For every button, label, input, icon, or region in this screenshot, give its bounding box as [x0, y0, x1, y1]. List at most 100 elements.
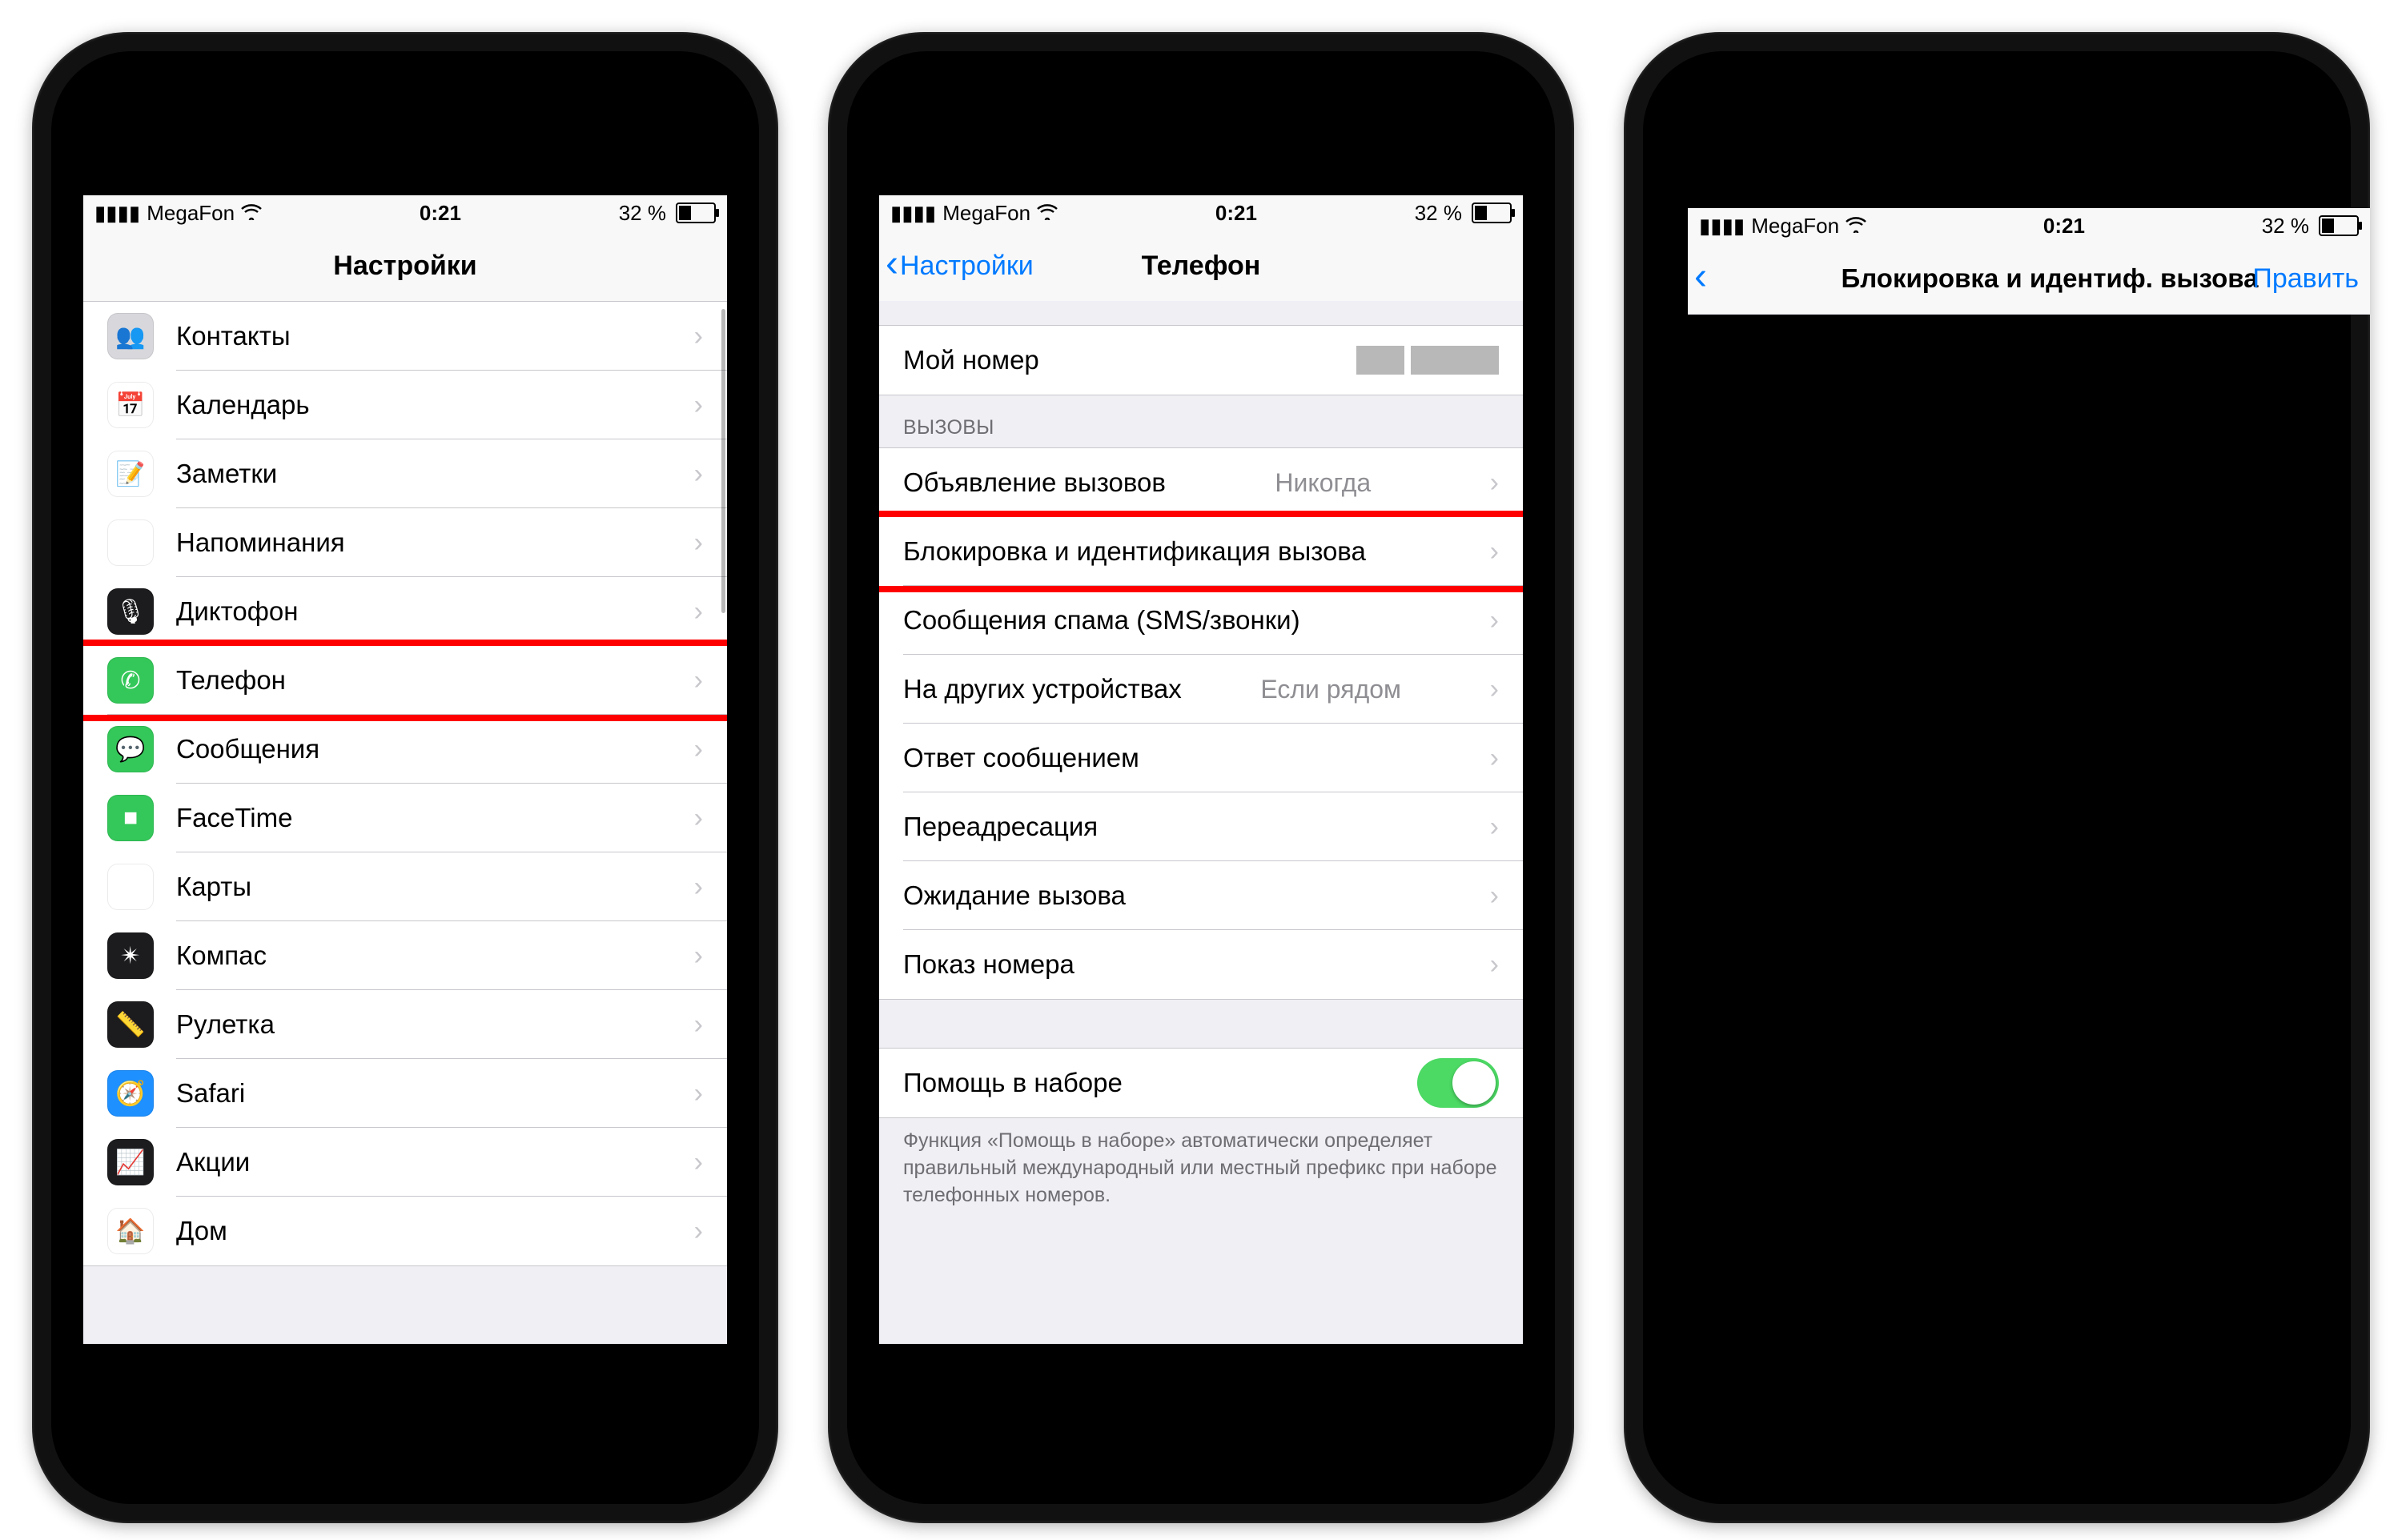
- chevron-right-icon: ›: [1490, 880, 1499, 912]
- row-show-caller-id[interactable]: Показ номера ›: [879, 930, 1523, 999]
- screen-block-identify: ▮▮▮▮ MegaFon 0:21 32 % ‹ Блокировка и ид…: [1688, 208, 2370, 315]
- row-call-forwarding[interactable]: Переадресация ›: [879, 792, 1523, 861]
- row-label: Рулетка: [176, 1009, 275, 1040]
- back-button[interactable]: ‹ Настройки: [886, 248, 1034, 283]
- highlight-box: Блокировка и идентификация вызова ›: [879, 511, 1523, 592]
- row-label: Календарь: [176, 390, 310, 420]
- row-label: Блокировка и идентификация вызова: [903, 536, 1366, 567]
- row-value: Если рядом: [1260, 675, 1401, 704]
- row-label: Сообщения: [176, 734, 319, 764]
- chevron-right-icon: ›: [1490, 812, 1499, 843]
- home-icon: 🏠: [107, 1208, 154, 1254]
- settings-row-phone[interactable]: ✆Телефон›: [83, 646, 727, 715]
- settings-row-messages[interactable]: 💬 Сообщения ›: [83, 715, 727, 784]
- messages-icon: 💬: [107, 726, 154, 772]
- row-label: Помощь в наборе: [903, 1068, 1123, 1098]
- device-frame-2: ▮▮▮▮ MegaFon 0:21 32 % ‹ Настройки Теле: [828, 32, 1574, 1523]
- row-label: Переадресация: [903, 812, 1098, 842]
- nav-bar: ‹ Блокировка и идентиф. вызова Править: [1688, 243, 2370, 315]
- battery-icon: [1468, 203, 1512, 223]
- chevron-right-icon: ›: [694, 940, 703, 972]
- reminders-icon: ☑: [107, 519, 154, 566]
- calendar-icon: 📅: [107, 382, 154, 428]
- settings-row-notes[interactable]: 📝Заметки›: [83, 439, 727, 508]
- settings-row-home[interactable]: 🏠Дом›: [83, 1197, 727, 1265]
- wifi-icon: [1037, 201, 1058, 226]
- settings-row-facetime[interactable]: ■FaceTime›: [83, 784, 727, 852]
- signal-icon: ▮▮▮▮: [890, 201, 936, 226]
- settings-list[interactable]: 👥Контакты› 📅 Календарь › 📝Заметки› ☑ Напоминан…: [83, 301, 727, 1344]
- block-identify-content[interactable]: РАЗРЕШИТЬ ЭТИМ ПРОГРАММАМ БЛОКИРОВАТЬ И …: [1688, 314, 2370, 315]
- chevron-right-icon: ›: [1490, 605, 1499, 636]
- row-other-devices[interactable]: На других устройствах Если рядом ›: [879, 655, 1523, 724]
- signal-icon: ▮▮▮▮: [1699, 214, 1745, 239]
- chevron-right-icon: ›: [1490, 674, 1499, 705]
- settings-row-contacts[interactable]: 👥Контакты›: [83, 302, 727, 371]
- chevron-right-icon: ›: [694, 596, 703, 628]
- clock: 0:21: [1215, 201, 1257, 226]
- row-label: Мой номер: [903, 345, 1039, 375]
- page-title: Блокировка и идентиф. вызова: [1800, 263, 2259, 294]
- screen-phone-settings: ▮▮▮▮ MegaFon 0:21 32 % ‹ Настройки Теле: [879, 195, 1523, 1344]
- device-frame-3: ▮▮▮▮ MegaFon 0:21 32 % ‹ Блокировка и ид…: [1624, 32, 2370, 1523]
- row-label: Компас: [176, 940, 267, 971]
- battery-icon: [673, 203, 716, 223]
- compass-icon: ✴: [107, 932, 154, 979]
- clock: 0:21: [420, 201, 461, 226]
- dial-assist-switch[interactable]: [1417, 1058, 1499, 1108]
- chevron-left-icon: ‹: [886, 245, 900, 283]
- row-label: Заметки: [176, 459, 277, 489]
- row-announce-calls[interactable]: Объявление вызовов Никогда ›: [879, 448, 1523, 517]
- settings-row-calendar[interactable]: 📅Календарь›: [83, 371, 727, 439]
- phone-icon: ✆: [107, 657, 154, 704]
- settings-row-stocks[interactable]: 📈Акции›: [83, 1128, 727, 1197]
- back-button[interactable]: ‹: [1694, 261, 1709, 296]
- chevron-right-icon: ›: [694, 527, 703, 559]
- nav-bar: ‹ Настройки Телефон: [879, 231, 1523, 302]
- page-title: Телефон: [1142, 251, 1261, 282]
- row-label: FaceTime: [176, 803, 292, 833]
- row-value: Никогда: [1275, 468, 1371, 498]
- chevron-right-icon: ›: [694, 321, 703, 352]
- screen-settings: ▮▮▮▮ MegaFon 0:21 32 % Настройки 👥Контак…: [83, 195, 727, 1344]
- scrollbar[interactable]: [721, 309, 725, 613]
- facetime-icon: ■: [107, 795, 154, 841]
- settings-row-measure[interactable]: 📏Рулетка›: [83, 990, 727, 1059]
- settings-row-maps[interactable]: 🗺Карты›: [83, 852, 727, 921]
- settings-row-reminders[interactable]: ☑ Напоминания ›: [83, 508, 727, 577]
- status-bar: ▮▮▮▮ MegaFon 0:21 32 %: [1688, 208, 2370, 243]
- chevron-right-icon: ›: [694, 1147, 703, 1178]
- row-label: Напоминания: [176, 527, 345, 558]
- back-label: Настройки: [900, 251, 1034, 282]
- row-label: Карты: [176, 872, 251, 902]
- phone-settings-list[interactable]: Мой номер ВЫЗОВЫ Объявление вызовов Нико…: [879, 301, 1523, 1344]
- chevron-right-icon: ›: [1490, 743, 1499, 774]
- status-bar: ▮▮▮▮ MegaFon 0:21 32 %: [83, 195, 727, 231]
- row-call-waiting[interactable]: Ожидание вызова ›: [879, 861, 1523, 930]
- section-header-calls: ВЫЗОВЫ: [879, 395, 1523, 447]
- row-dial-assist[interactable]: Помощь в наборе: [879, 1049, 1523, 1117]
- allow-apps-header: РАЗРЕШИТЬ ЭТИМ ПРОГРАММАМ БЛОКИРОВАТЬ И …: [1688, 314, 2370, 315]
- settings-row-voicememos[interactable]: 🎙Диктофон›: [83, 577, 727, 646]
- settings-row-safari[interactable]: 🧭Safari›: [83, 1059, 727, 1128]
- voicememos-icon: 🎙: [107, 588, 154, 635]
- row-label: Сообщения спама (SMS/звонки): [903, 605, 1300, 636]
- chevron-right-icon: ›: [694, 1009, 703, 1041]
- row-block-identify[interactable]: Блокировка и идентификация вызова ›: [879, 517, 1523, 586]
- contacts-icon: 👥: [107, 313, 154, 359]
- row-spam-messages[interactable]: Сообщения спама (SMS/звонки) ›: [879, 586, 1523, 655]
- row-label: Ответ сообщением: [903, 743, 1139, 773]
- chevron-right-icon: ›: [1490, 949, 1499, 981]
- settings-row-compass[interactable]: ✴ Компас ›: [83, 921, 727, 990]
- carrier-label: MegaFon: [147, 201, 235, 226]
- row-label: Телефон: [176, 665, 286, 696]
- row-my-number[interactable]: Мой номер: [879, 326, 1523, 395]
- chevron-right-icon: ›: [694, 734, 703, 765]
- clock: 0:21: [2043, 214, 2085, 239]
- chevron-right-icon: ›: [1490, 467, 1499, 499]
- row-reply-message[interactable]: Ответ сообщением ›: [879, 724, 1523, 792]
- stocks-icon: 📈: [107, 1139, 154, 1185]
- maps-icon: 🗺: [107, 864, 154, 910]
- chevron-right-icon: ›: [694, 1216, 703, 1247]
- edit-button[interactable]: Править: [2252, 263, 2359, 295]
